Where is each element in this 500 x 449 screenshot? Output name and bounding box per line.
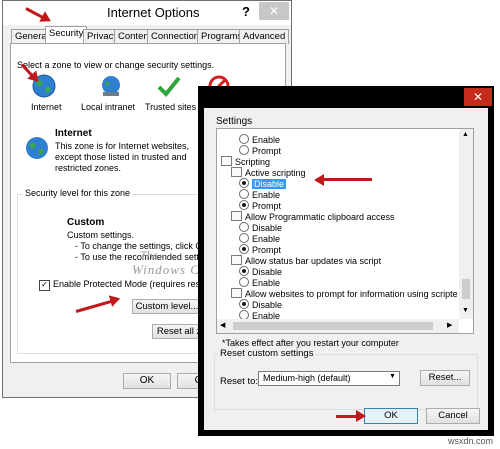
tree-item-label: Prompt (252, 245, 282, 255)
tree-item-label: Enable (252, 234, 281, 244)
tab-security[interactable]: Security (45, 26, 88, 44)
tree-item-label: Prompt (252, 201, 282, 211)
tree-item-label: Disable (252, 223, 283, 233)
zone-trusted-sites[interactable]: Trusted sites (141, 72, 199, 116)
tab-advanced[interactable]: Advanced (239, 29, 290, 44)
custom-title: Custom (67, 217, 105, 228)
watermark-line: The (140, 248, 158, 262)
custom-line: Custom settings. (67, 230, 135, 240)
zone-local-intranet[interactable]: Local intranet (81, 72, 141, 116)
close-icon: ✕ (472, 90, 484, 104)
zone-description-line: restricted zones. (55, 163, 122, 173)
tree-item-label: Allow Programmatic clipboard access (245, 212, 395, 222)
zone-label: Trusted sites (145, 102, 197, 112)
tree-item-label: Allow websites to prompt for information… (245, 289, 457, 299)
radio-icon (239, 233, 249, 243)
radio-icon (239, 222, 249, 232)
settings-label: Settings (216, 116, 253, 127)
folder-icon (231, 255, 242, 265)
tree-item-label: Disable (252, 300, 283, 310)
globe-icon (26, 137, 48, 159)
folder-icon (231, 288, 242, 298)
radio-icon (239, 244, 249, 254)
annotation-arrow (322, 178, 372, 181)
scrollbar-thumb[interactable] (462, 279, 470, 299)
cancel-button[interactable]: Cancel (426, 408, 480, 424)
annotation-arrow (336, 410, 366, 422)
folder-icon (231, 211, 242, 221)
custom-level-button[interactable]: Custom level... (132, 299, 202, 314)
security-settings-dialog: ✕ Settings Enable Prompt Scripting Active s… (198, 86, 494, 436)
tree-item-label: Enable (252, 135, 281, 145)
vertical-scrollbar[interactable]: ▲ ▼ (459, 129, 473, 319)
scroll-down-icon[interactable]: ▼ (462, 307, 469, 314)
zone-description-line: This zone is for Internet websites, (55, 141, 190, 151)
reset-group-label: Reset custom settings (218, 348, 316, 359)
tree-item-label: Active scripting (245, 168, 306, 178)
tree-item-label: Prompt (252, 146, 282, 156)
scroll-right-icon[interactable]: ▶ (447, 321, 452, 329)
ok-button[interactable]: OK (123, 373, 171, 389)
scrollbar-thumb[interactable] (233, 322, 433, 330)
radio-icon (239, 134, 249, 144)
tree-item-label: Scripting (235, 157, 271, 167)
zone-title: Internet (55, 128, 92, 139)
radio-icon (239, 189, 249, 199)
zone-prompt: Select a zone to view or change security… (17, 60, 215, 70)
reset-to-label: Reset to: (220, 376, 259, 387)
footer-watermark: wsxdn.com (448, 436, 494, 446)
scroll-up-icon[interactable]: ▲ (462, 131, 469, 138)
reset-button[interactable]: Reset... (420, 370, 470, 386)
ok-button[interactable]: OK (364, 408, 418, 424)
tree-item-label: Allow status bar updates via script (245, 256, 382, 266)
reset-to-select[interactable]: Medium-high (default) ▼ (258, 371, 400, 386)
restart-note: *Takes effect after you restart your com… (222, 338, 399, 348)
radio-icon (239, 178, 249, 188)
close-button[interactable]: ✕ (464, 88, 492, 106)
folder-icon (231, 167, 242, 177)
close-icon: ✕ (268, 4, 280, 18)
intranet-globe-icon (102, 76, 120, 96)
zone-label: Local intranet (81, 102, 136, 112)
horizontal-scrollbar[interactable]: ◀ ▶ (217, 319, 459, 333)
radio-icon (239, 299, 249, 309)
protected-mode-checkbox[interactable]: ✓ (39, 280, 50, 291)
tree-item-label: Disable (252, 179, 287, 189)
chevron-down-icon: ▼ (389, 373, 396, 380)
scroll-left-icon[interactable]: ◀ (220, 321, 225, 329)
dialog-title: Internet Options (107, 5, 200, 20)
tree-list: Enable Prompt Scripting Active scripting Dis… (221, 134, 457, 320)
folder-icon (221, 156, 232, 166)
settings-body: Settings Enable Prompt Scripting Active scr… (204, 108, 488, 430)
close-button[interactable]: ✕ (259, 2, 289, 20)
tree-item-label: Enable (252, 278, 281, 288)
reset-to-value: Medium-high (default) (263, 373, 351, 383)
tree-item-label: Enable (252, 190, 281, 200)
security-level-label: Security level for this zone (23, 188, 133, 198)
radio-icon (239, 277, 249, 287)
tree-item-label: Disable (252, 267, 283, 277)
radio-icon (239, 200, 249, 210)
help-button[interactable]: ? (242, 4, 250, 19)
radio-icon (239, 145, 249, 155)
radio-icon (239, 266, 249, 276)
settings-tree[interactable]: Enable Prompt Scripting Active scripting Dis… (216, 128, 474, 334)
checkmark-icon (157, 76, 181, 97)
zone-description-line: except those listed in trusted and (55, 152, 187, 162)
zone-label: Internet (31, 102, 62, 112)
